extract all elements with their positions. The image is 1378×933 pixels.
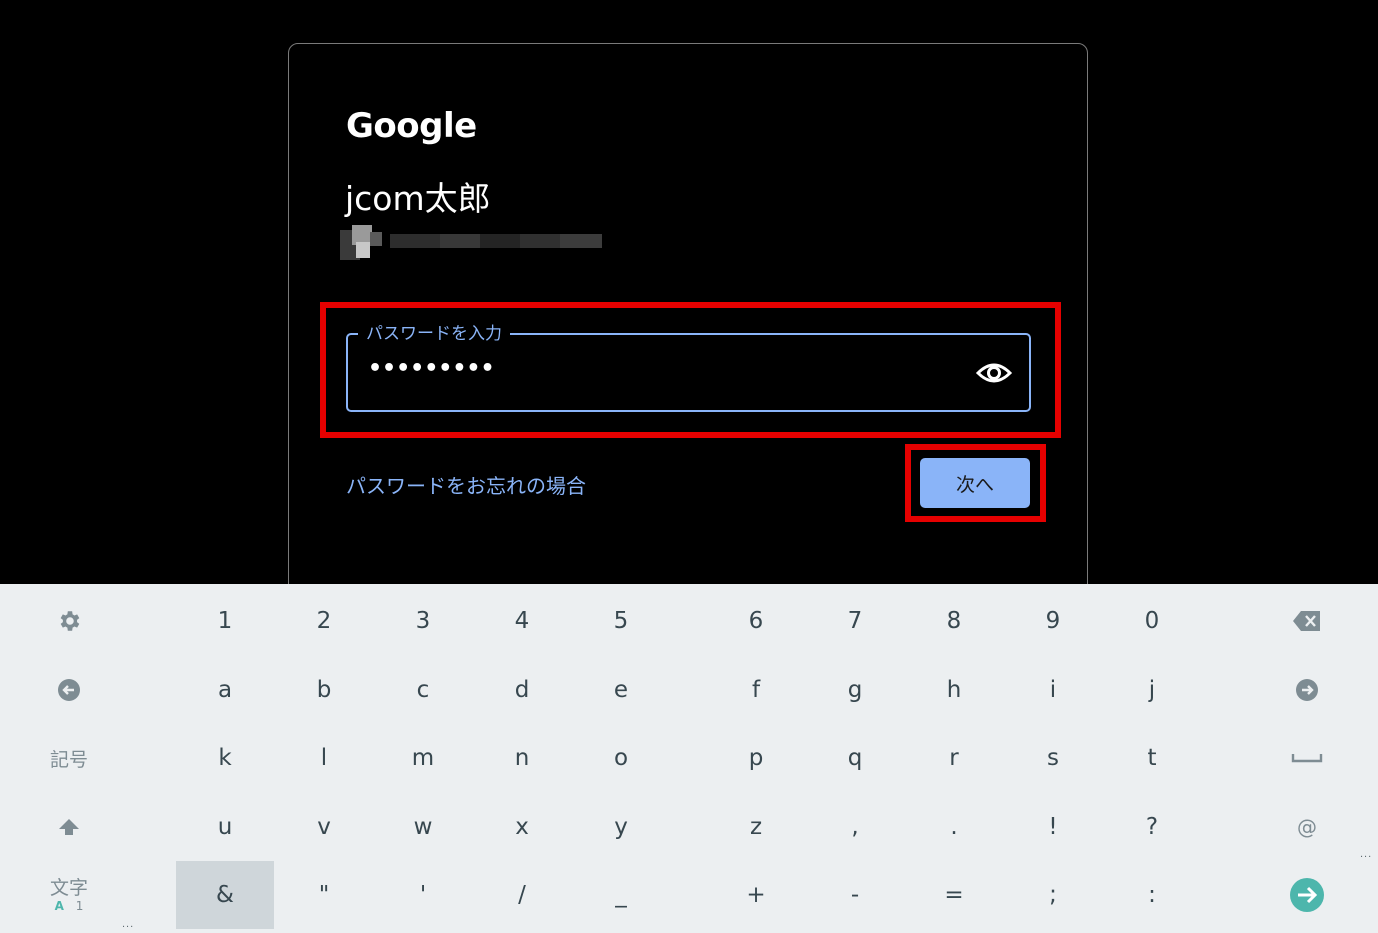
key[interactable]: 2: [275, 587, 373, 655]
backspace-key[interactable]: [1258, 587, 1356, 655]
space-key[interactable]: [1258, 724, 1356, 792]
gear-icon: [60, 611, 80, 631]
mode-switch-key[interactable]: 文字 A 1: [20, 861, 118, 929]
cursor-right-key[interactable]: [1258, 656, 1356, 724]
at-key-ellipsis-icon: ...: [1360, 848, 1373, 860]
key[interactable]: 0: [1103, 587, 1201, 655]
key[interactable]: 9: [1004, 587, 1102, 655]
key[interactable]: f: [707, 656, 805, 724]
password-value: •••••••••: [368, 356, 495, 381]
mode-key-sub: A 1: [55, 900, 84, 912]
key[interactable]: v: [275, 793, 373, 861]
at-key[interactable]: @: [1258, 793, 1356, 861]
mode-key-ellipsis-icon: ...: [122, 918, 135, 930]
key[interactable]: g: [806, 656, 904, 724]
key[interactable]: 1: [176, 587, 274, 655]
key[interactable]: r: [905, 724, 1003, 792]
eye-icon[interactable]: [976, 359, 1012, 387]
key[interactable]: e: [572, 656, 670, 724]
key[interactable]: l: [275, 724, 373, 792]
key[interactable]: z: [707, 793, 805, 861]
key[interactable]: o: [572, 724, 670, 792]
cursor-left-key[interactable]: [20, 656, 118, 724]
key[interactable]: ": [275, 861, 373, 929]
key[interactable]: 8: [905, 587, 1003, 655]
key[interactable]: 3: [374, 587, 472, 655]
key[interactable]: _: [572, 861, 670, 929]
key[interactable]: p: [707, 724, 805, 792]
key[interactable]: c: [374, 656, 472, 724]
next-button[interactable]: 次へ: [920, 458, 1030, 508]
account-name: jcom太郎: [345, 179, 491, 218]
key[interactable]: y: [572, 793, 670, 861]
shift-key[interactable]: [20, 793, 118, 861]
key[interactable]: u: [176, 793, 274, 861]
mode-key-sub-a: A: [54, 898, 64, 913]
key[interactable]: =: [905, 861, 1003, 929]
key[interactable]: ,: [806, 793, 904, 861]
key[interactable]: 7: [806, 587, 904, 655]
key[interactable]: b: [275, 656, 373, 724]
arrow-left-circle-icon: [58, 679, 80, 701]
key[interactable]: :: [1103, 861, 1201, 929]
key[interactable]: k: [176, 724, 274, 792]
key[interactable]: !: [1004, 793, 1102, 861]
key[interactable]: ;: [1004, 861, 1102, 929]
key[interactable]: &: [176, 861, 274, 929]
google-logo: Google: [346, 106, 477, 146]
key[interactable]: 6: [707, 587, 805, 655]
forgot-password-link[interactable]: パスワードをお忘れの場合: [346, 470, 586, 499]
key[interactable]: n: [473, 724, 571, 792]
key[interactable]: -: [806, 861, 904, 929]
key[interactable]: /: [473, 861, 571, 929]
key[interactable]: s: [1004, 724, 1102, 792]
account-email-redacted: [340, 220, 602, 260]
key[interactable]: h: [905, 656, 1003, 724]
key[interactable]: j: [1103, 656, 1201, 724]
key[interactable]: ?: [1103, 793, 1201, 861]
enter-key[interactable]: [1258, 861, 1356, 929]
key[interactable]: d: [473, 656, 571, 724]
backspace-icon: [1293, 611, 1320, 631]
key[interactable]: .: [905, 793, 1003, 861]
key[interactable]: 4: [473, 587, 571, 655]
on-screen-keyboard: 記号 文字 A 1 ... 1234567890abcdefghijklmnop…: [0, 584, 1378, 933]
key[interactable]: 5: [572, 587, 670, 655]
key[interactable]: i: [1004, 656, 1102, 724]
space-bar-icon: [1291, 754, 1323, 763]
arrow-right-circle-icon: [1296, 679, 1318, 701]
enter-arrow-icon: [1290, 878, 1324, 912]
key[interactable]: t: [1103, 724, 1201, 792]
key[interactable]: ': [374, 861, 472, 929]
shift-arrow-icon: [59, 819, 79, 835]
key[interactable]: x: [473, 793, 571, 861]
key[interactable]: w: [374, 793, 472, 861]
mode-key-label: 文字: [49, 876, 88, 899]
key[interactable]: m: [374, 724, 472, 792]
key[interactable]: a: [176, 656, 274, 724]
symbols-key[interactable]: 記号: [20, 724, 118, 792]
password-label: パスワードを入力: [358, 319, 510, 344]
settings-key[interactable]: [20, 587, 118, 655]
key[interactable]: q: [806, 724, 904, 792]
key[interactable]: +: [707, 861, 805, 929]
mode-key-sub-1: 1: [75, 898, 84, 913]
